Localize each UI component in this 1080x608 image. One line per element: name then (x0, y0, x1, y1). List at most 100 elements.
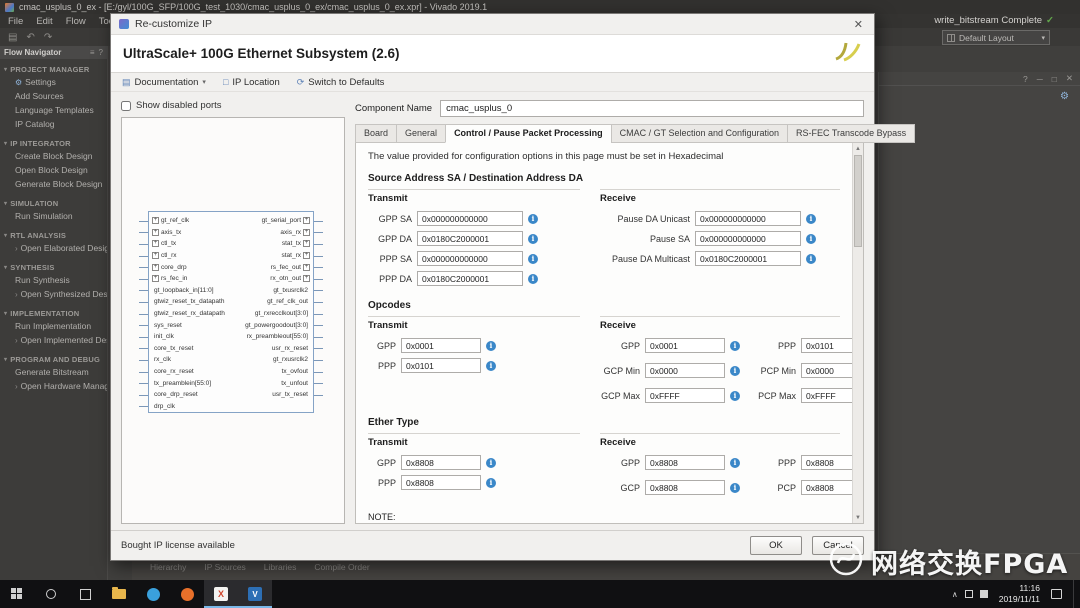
firefox-button[interactable] (170, 580, 204, 608)
panel-restore-icon[interactable]: □ (1052, 74, 1057, 84)
hex-input[interactable] (401, 338, 481, 353)
info-icon[interactable]: i (806, 213, 816, 224)
hex-input[interactable] (645, 363, 725, 378)
menu-edit[interactable]: Edit (36, 16, 52, 27)
action-center-icon[interactable] (1051, 589, 1062, 599)
flow-nav-section-header[interactable]: RTL ANALYSIS (0, 230, 107, 241)
dialog-titlebar[interactable]: Re-customize IP ✕ (111, 14, 874, 35)
start-button[interactable] (0, 580, 34, 608)
taskbar-clock[interactable]: 11:16 2019/11/11 (995, 583, 1044, 604)
info-icon[interactable]: i (528, 253, 538, 264)
port-expand-icon[interactable]: + (152, 263, 159, 271)
help-icon[interactable]: ? (99, 48, 103, 57)
hex-input[interactable] (801, 455, 852, 470)
info-icon[interactable]: i (806, 233, 816, 244)
hex-input[interactable] (801, 480, 852, 495)
scroll-down-icon[interactable]: ▼ (853, 512, 863, 523)
sidebar-item-open-elaborated-design[interactable]: › Open Elaborated Design (0, 241, 107, 255)
sidebar-item-create-block-design[interactable]: Create Block Design (0, 149, 107, 163)
show-disabled-ports-checkbox[interactable] (121, 100, 131, 111)
info-icon[interactable]: i (730, 457, 740, 468)
sidebar-item-run-implementation[interactable]: Run Implementation (0, 319, 107, 333)
sidebar-item-language-templates[interactable]: Language Templates (0, 103, 107, 117)
sidebar-item-generate-bitstream[interactable]: Generate Bitstream (0, 365, 107, 379)
info-icon[interactable]: i (528, 213, 538, 224)
undo-icon[interactable]: ↶ (26, 32, 34, 43)
sidebar-item-open-block-design[interactable]: Open Block Design (0, 163, 107, 177)
port-expand-icon[interactable]: + (152, 275, 159, 283)
port-expand-icon[interactable]: + (152, 240, 159, 248)
port-expand-icon[interactable]: + (303, 240, 310, 248)
gear-icon[interactable]: ⚙ (1060, 91, 1069, 102)
layout-selector[interactable]: Default Layout ▾ (942, 30, 1050, 45)
browser-button[interactable] (136, 580, 170, 608)
hex-input[interactable] (417, 231, 523, 246)
show-desktop-button[interactable] (1073, 580, 1077, 608)
sidebar-item-run-simulation[interactable]: Run Simulation (0, 209, 107, 223)
save-icon[interactable]: ▤ (8, 32, 17, 43)
hex-input[interactable] (645, 388, 725, 403)
info-icon[interactable]: i (806, 253, 816, 264)
tab-control-pause-packet-processing[interactable]: Control / Pause Packet Processing (445, 124, 612, 143)
menu-file[interactable]: File (8, 16, 23, 27)
flow-nav-section-header[interactable]: SIMULATION (0, 198, 107, 209)
ok-button[interactable]: OK (750, 536, 802, 555)
hex-input[interactable] (401, 475, 481, 490)
hex-input[interactable] (401, 455, 481, 470)
port-expand-icon[interactable]: + (303, 275, 310, 283)
network-icon[interactable] (964, 590, 973, 598)
sidebar-item-open-implemented-design[interactable]: ›Open Implemented Design (0, 333, 107, 347)
sidebar-item-settings[interactable]: ⚙ Settings (0, 75, 107, 89)
hex-input[interactable] (645, 338, 725, 353)
flow-nav-section-header[interactable]: IP INTEGRATOR (0, 138, 107, 149)
sidebar-item-run-synthesis[interactable]: Run Synthesis (0, 273, 107, 287)
panel-tab[interactable]: Hierarchy (150, 562, 186, 572)
documentation-link[interactable]: ▤ Documentation ▾ (122, 77, 206, 88)
flow-nav-section-header[interactable]: PROGRAM AND DEBUG (0, 354, 107, 365)
sidebar-item-open-synthesized-design[interactable]: ›Open Synthesized Design (0, 287, 107, 301)
info-icon[interactable]: i (730, 482, 740, 493)
sidebar-item-ip-catalog[interactable]: IP Catalog (0, 117, 107, 131)
close-icon[interactable]: ✕ (851, 18, 866, 31)
sidebar-item-add-sources[interactable]: Add Sources (0, 89, 107, 103)
sidebar-item-generate-block-design[interactable]: Generate Block Design (0, 177, 107, 191)
port-expand-icon[interactable]: + (303, 263, 310, 271)
hex-input[interactable] (695, 251, 801, 266)
tab-board[interactable]: Board (355, 124, 398, 143)
component-name-input[interactable] (440, 100, 864, 117)
menu-icon[interactable]: ≡ (90, 48, 95, 57)
flow-nav-section-header[interactable]: SYNTHESIS (0, 262, 107, 273)
port-expand-icon[interactable]: + (303, 252, 310, 260)
scroll-up-icon[interactable]: ▲ (853, 143, 863, 154)
vivado-taskbar-button[interactable]: X (204, 580, 238, 608)
hex-input[interactable] (417, 251, 523, 266)
hex-input[interactable] (801, 363, 852, 378)
tray-expand-icon[interactable]: ∧ (952, 590, 958, 599)
info-icon[interactable]: i (528, 233, 538, 244)
menu-flow[interactable]: Flow (66, 16, 86, 27)
volume-icon[interactable] (979, 590, 988, 598)
scrollbar-thumb[interactable] (854, 155, 862, 247)
search-button[interactable] (34, 580, 68, 608)
tab-rsfec-transcode-bypass[interactable]: RS-FEC Transcode Bypass (787, 124, 916, 143)
task-view-button[interactable] (68, 580, 102, 608)
info-icon[interactable]: i (486, 477, 496, 488)
port-expand-icon[interactable]: + (152, 217, 159, 225)
info-icon[interactable]: i (528, 273, 538, 284)
panel-tab[interactable]: IP Sources (204, 562, 245, 572)
hex-input[interactable] (695, 231, 801, 246)
hex-input[interactable] (401, 358, 481, 373)
port-expand-icon[interactable]: + (303, 217, 310, 225)
hex-input[interactable] (695, 211, 801, 226)
port-expand-icon[interactable]: + (152, 228, 159, 236)
content-scrollbar[interactable]: ▲ ▼ (852, 143, 863, 523)
info-icon[interactable]: i (730, 390, 740, 401)
panel-minimize-icon[interactable]: ─ (1037, 74, 1043, 84)
flow-nav-section-header[interactable]: IMPLEMENTATION (0, 308, 107, 319)
hex-input[interactable] (645, 480, 725, 495)
panel-tab[interactable]: Compile Order (314, 562, 369, 572)
info-icon[interactable]: i (486, 457, 496, 468)
port-expand-icon[interactable]: + (152, 252, 159, 260)
editor-taskbar-button[interactable]: V (238, 580, 272, 608)
hex-input[interactable] (417, 211, 523, 226)
